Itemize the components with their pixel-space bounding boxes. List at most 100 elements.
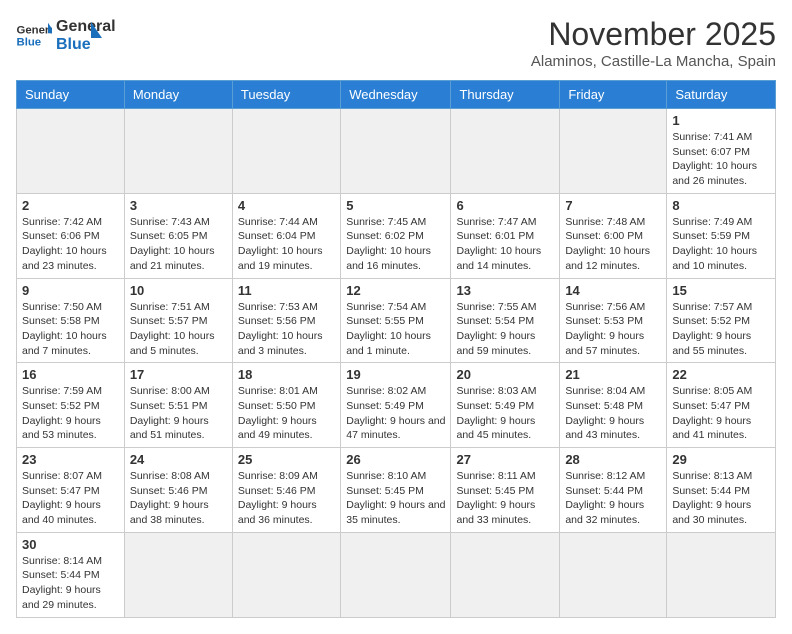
calendar-week-row: 23 Sunrise: 8:07 AM Sunset: 5:47 PM Dayli… xyxy=(17,448,776,533)
day-info: Sunrise: 7:42 AM Sunset: 6:06 PM Dayligh… xyxy=(22,215,119,274)
day-info: Sunrise: 8:13 AM Sunset: 5:44 PM Dayligh… xyxy=(672,469,770,528)
logo: General Blue General Blue xyxy=(16,16,102,53)
calendar-cell: 16Sunrise: 7:59 AM Sunset: 5:52 PM Dayli… xyxy=(17,363,125,448)
day-number: 2 xyxy=(22,198,119,213)
day-number: 18 xyxy=(238,367,335,382)
calendar-cell: 22Sunrise: 8:05 AM Sunset: 5:47 PM Dayli… xyxy=(667,363,776,448)
day-info: Sunrise: 7:43 AM Sunset: 6:05 PM Dayligh… xyxy=(130,215,227,274)
day-number: 8 xyxy=(672,198,770,213)
title-area: November 2025 Alaminos, Castille-La Manc… xyxy=(531,16,776,70)
day-number: 23 xyxy=(22,452,119,467)
weekday-header-wednesday: Wednesday xyxy=(341,81,451,109)
day-info: Sunrise: 8:07 AM Sunset: 5:47 PM Dayligh… xyxy=(22,469,119,528)
day-number: 25 xyxy=(238,452,335,467)
calendar-cell xyxy=(124,532,232,617)
day-info: Sunrise: 8:12 AM Sunset: 5:44 PM Dayligh… xyxy=(565,469,661,528)
calendar-cell xyxy=(451,109,560,194)
day-info: Sunrise: 8:14 AM Sunset: 5:44 PM Dayligh… xyxy=(22,554,119,613)
day-info: Sunrise: 7:53 AM Sunset: 5:56 PM Dayligh… xyxy=(238,300,335,359)
day-number: 3 xyxy=(130,198,227,213)
day-info: Sunrise: 8:01 AM Sunset: 5:50 PM Dayligh… xyxy=(238,384,335,443)
svg-text:General: General xyxy=(17,24,53,36)
calendar-cell: 13 Sunrise: 7:55 AM Sunset: 5:54 PM Dayli… xyxy=(451,278,560,363)
day-info: Sunrise: 7:45 AM Sunset: 6:02 PM Dayligh… xyxy=(346,215,445,274)
calendar-cell: 30 Sunrise: 8:14 AM Sunset: 5:44 PM Dayli… xyxy=(17,532,125,617)
day-number: 21 xyxy=(565,367,661,382)
calendar-cell: 23 Sunrise: 8:07 AM Sunset: 5:47 PM Dayli… xyxy=(17,448,125,533)
location-subtitle: Alaminos, Castille-La Mancha, Spain xyxy=(531,53,776,70)
day-info: Sunrise: 7:49 AM Sunset: 5:59 PM Dayligh… xyxy=(672,215,770,274)
calendar-week-row: 16Sunrise: 7:59 AM Sunset: 5:52 PM Dayli… xyxy=(17,363,776,448)
day-number: 26 xyxy=(346,452,445,467)
calendar-cell: 26 Sunrise: 8:10 AM Sunset: 5:45 PM Dayli… xyxy=(341,448,451,533)
calendar-cell xyxy=(667,532,776,617)
calendar-cell xyxy=(560,532,667,617)
calendar-cell: 15 Sunrise: 7:57 AM Sunset: 5:52 PM Dayli… xyxy=(667,278,776,363)
day-info: Sunrise: 8:11 AM Sunset: 5:45 PM Dayligh… xyxy=(456,469,554,528)
day-info: Sunrise: 7:44 AM Sunset: 6:04 PM Dayligh… xyxy=(238,215,335,274)
weekday-header-thursday: Thursday xyxy=(451,81,560,109)
calendar-week-row: 2 Sunrise: 7:42 AM Sunset: 6:06 PM Daylig… xyxy=(17,193,776,278)
calendar-cell: 28 Sunrise: 8:12 AM Sunset: 5:44 PM Dayli… xyxy=(560,448,667,533)
day-info: Sunrise: 8:10 AM Sunset: 5:45 PM Dayligh… xyxy=(346,469,445,528)
calendar-cell: 17Sunrise: 8:00 AM Sunset: 5:51 PM Dayli… xyxy=(124,363,232,448)
day-info: Sunrise: 7:57 AM Sunset: 5:52 PM Dayligh… xyxy=(672,300,770,359)
calendar-cell: 2 Sunrise: 7:42 AM Sunset: 6:06 PM Daylig… xyxy=(17,193,125,278)
calendar-cell xyxy=(341,532,451,617)
day-number: 24 xyxy=(130,452,227,467)
weekday-header-row: SundayMondayTuesdayWednesdayThursdayFrid… xyxy=(17,81,776,109)
day-number: 5 xyxy=(346,198,445,213)
calendar-cell: 11Sunrise: 7:53 AM Sunset: 5:56 PM Dayli… xyxy=(232,278,340,363)
day-info: Sunrise: 7:47 AM Sunset: 6:01 PM Dayligh… xyxy=(456,215,554,274)
calendar-cell: 27 Sunrise: 8:11 AM Sunset: 5:45 PM Dayli… xyxy=(451,448,560,533)
calendar-cell: 9Sunrise: 7:50 AM Sunset: 5:58 PM Daylig… xyxy=(17,278,125,363)
day-number: 6 xyxy=(456,198,554,213)
weekday-header-monday: Monday xyxy=(124,81,232,109)
calendar-cell: 24 Sunrise: 8:08 AM Sunset: 5:46 PM Dayli… xyxy=(124,448,232,533)
day-number: 16 xyxy=(22,367,119,382)
calendar-week-row: 30 Sunrise: 8:14 AM Sunset: 5:44 PM Dayli… xyxy=(17,532,776,617)
day-number: 1 xyxy=(672,113,770,128)
calendar-cell xyxy=(232,532,340,617)
day-info: Sunrise: 8:02 AM Sunset: 5:49 PM Dayligh… xyxy=(346,384,445,443)
day-number: 13 xyxy=(456,283,554,298)
day-number: 28 xyxy=(565,452,661,467)
day-info: Sunrise: 7:55 AM Sunset: 5:54 PM Dayligh… xyxy=(456,300,554,359)
day-number: 10 xyxy=(130,283,227,298)
month-title: November 2025 xyxy=(531,16,776,53)
calendar-cell: 10Sunrise: 7:51 AM Sunset: 5:57 PM Dayli… xyxy=(124,278,232,363)
day-number: 20 xyxy=(456,367,554,382)
logo-triangle-icon xyxy=(80,20,102,42)
day-info: Sunrise: 7:48 AM Sunset: 6:00 PM Dayligh… xyxy=(565,215,661,274)
calendar-cell xyxy=(124,109,232,194)
calendar-cell xyxy=(17,109,125,194)
day-info: Sunrise: 8:08 AM Sunset: 5:46 PM Dayligh… xyxy=(130,469,227,528)
day-number: 15 xyxy=(672,283,770,298)
calendar-cell: 21Sunrise: 8:04 AM Sunset: 5:48 PM Dayli… xyxy=(560,363,667,448)
day-info: Sunrise: 7:56 AM Sunset: 5:53 PM Dayligh… xyxy=(565,300,661,359)
day-number: 27 xyxy=(456,452,554,467)
day-number: 9 xyxy=(22,283,119,298)
weekday-header-saturday: Saturday xyxy=(667,81,776,109)
calendar-cell xyxy=(560,109,667,194)
weekday-header-sunday: Sunday xyxy=(17,81,125,109)
calendar-week-row: 9Sunrise: 7:50 AM Sunset: 5:58 PM Daylig… xyxy=(17,278,776,363)
day-number: 22 xyxy=(672,367,770,382)
calendar-cell xyxy=(451,532,560,617)
weekday-header-tuesday: Tuesday xyxy=(232,81,340,109)
calendar-cell: 4 Sunrise: 7:44 AM Sunset: 6:04 PM Daylig… xyxy=(232,193,340,278)
calendar-week-row: 1Sunrise: 7:41 AM Sunset: 6:07 PM Daylig… xyxy=(17,109,776,194)
calendar-cell: 25Sunrise: 8:09 AM Sunset: 5:46 PM Dayli… xyxy=(232,448,340,533)
day-info: Sunrise: 7:54 AM Sunset: 5:55 PM Dayligh… xyxy=(346,300,445,359)
calendar-cell: 8 Sunrise: 7:49 AM Sunset: 5:59 PM Daylig… xyxy=(667,193,776,278)
day-number: 12 xyxy=(346,283,445,298)
day-number: 14 xyxy=(565,283,661,298)
day-number: 19 xyxy=(346,367,445,382)
day-number: 30 xyxy=(22,537,119,552)
day-number: 29 xyxy=(672,452,770,467)
day-number: 7 xyxy=(565,198,661,213)
calendar-cell: 19 Sunrise: 8:02 AM Sunset: 5:49 PM Dayli… xyxy=(341,363,451,448)
weekday-header-friday: Friday xyxy=(560,81,667,109)
day-number: 4 xyxy=(238,198,335,213)
calendar-cell: 29 Sunrise: 8:13 AM Sunset: 5:44 PM Dayli… xyxy=(667,448,776,533)
